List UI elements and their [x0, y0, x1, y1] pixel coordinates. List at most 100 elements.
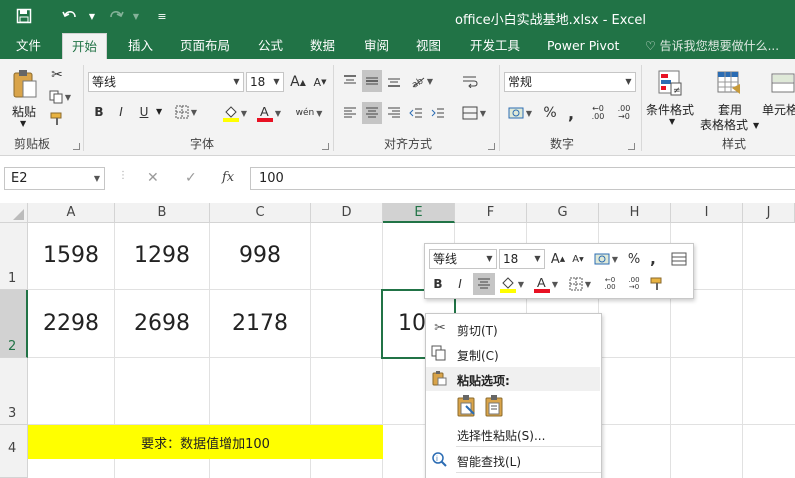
paste-icon[interactable]	[8, 65, 42, 103]
paste-formatting-icon[interactable]	[456, 394, 478, 418]
increase-decimal-icon[interactable]: ←0.00	[586, 102, 610, 124]
paste-button[interactable]: 粘贴	[12, 103, 36, 120]
align-bottom-icon[interactable]	[384, 70, 404, 92]
conditional-formatting-button[interactable]: 条件格式	[646, 101, 694, 118]
column-header-d[interactable]: D	[311, 203, 383, 223]
mini-format-cells-icon[interactable]	[669, 249, 689, 269]
format-painter-icon[interactable]	[46, 109, 68, 129]
row-header-3[interactable]: 3	[0, 358, 28, 425]
cell-styles-button[interactable]: 单元格	[762, 101, 795, 118]
mini-increase-decimal-icon[interactable]: ←0.00	[599, 274, 621, 294]
number-launcher-icon[interactable]	[628, 143, 635, 150]
font-name-combobox[interactable]: 等线 ▼	[88, 72, 244, 92]
chevron-down-icon[interactable]: ▼	[230, 73, 243, 91]
borders-icon[interactable]: ▼	[172, 102, 200, 122]
column-header-h[interactable]: H	[599, 203, 671, 223]
italic-button[interactable]: I	[112, 102, 130, 122]
mini-center-icon[interactable]	[473, 273, 495, 295]
conditional-formatting-icon[interactable]: ≠	[655, 67, 685, 99]
cell-a2[interactable]: 2298	[28, 311, 114, 336]
tab-home[interactable]: 开始	[62, 33, 108, 59]
mini-accounting-format-icon[interactable]: ▼	[591, 249, 621, 269]
cell-a1[interactable]: 1598	[28, 243, 114, 268]
cell-styles-icon[interactable]	[770, 67, 795, 99]
mini-increase-font-icon[interactable]: A ▲	[549, 249, 567, 269]
chevron-down-icon[interactable]: ▼	[270, 73, 283, 91]
column-header-i[interactable]: I	[671, 203, 743, 223]
tab-data[interactable]: 数据	[310, 33, 335, 59]
mini-format-painter-icon[interactable]	[647, 274, 667, 294]
column-header-e[interactable]: E	[383, 203, 455, 223]
mini-font-color-icon[interactable]: A ▼	[531, 273, 561, 295]
align-top-icon[interactable]	[340, 70, 360, 92]
column-header-a[interactable]: A	[28, 203, 115, 223]
column-header-j[interactable]: J	[743, 203, 795, 223]
font-launcher-icon[interactable]	[322, 143, 329, 150]
enter-icon[interactable]: ✓	[185, 170, 197, 186]
increase-font-icon[interactable]: A ▲	[288, 72, 308, 92]
tab-insert[interactable]: 插入	[128, 33, 153, 59]
bold-button[interactable]: B	[90, 102, 108, 122]
chevron-down-icon[interactable]: ▼	[531, 250, 544, 268]
mini-font-size-combobox[interactable]: 18 ▼	[499, 249, 545, 269]
increase-indent-icon[interactable]	[428, 102, 448, 124]
mini-italic-button[interactable]: I	[451, 274, 469, 294]
mini-percent-button[interactable]: %	[625, 249, 643, 269]
font-color-icon[interactable]: A ▼	[254, 102, 284, 124]
mini-borders-icon[interactable]: ▼	[565, 273, 595, 295]
decrease-indent-icon[interactable]	[406, 102, 426, 124]
customize-qat-icon[interactable]: ≡	[150, 5, 174, 27]
clipboard-launcher-icon[interactable]	[73, 143, 80, 150]
menu-item-cut[interactable]: ✂ 剪切(T)	[426, 317, 601, 341]
cell-e2[interactable]: 10	[398, 311, 428, 336]
row-header-2[interactable]: 2	[0, 290, 28, 358]
conditional-dropdown-icon[interactable]: ▼	[669, 117, 675, 126]
format-as-table-icon[interactable]	[714, 67, 744, 99]
tab-power-pivot[interactable]: Power Pivot	[547, 33, 619, 59]
cell-c1[interactable]: 998	[210, 243, 310, 268]
chevron-down-icon[interactable]: ▼	[622, 73, 635, 91]
cell-b2[interactable]: 2698	[115, 311, 209, 336]
mini-font-name-combobox[interactable]: 等线 ▼	[429, 249, 497, 269]
column-header-g[interactable]: G	[527, 203, 599, 223]
save-icon[interactable]	[12, 5, 36, 27]
decrease-font-icon[interactable]: A ▼	[310, 72, 330, 92]
select-all-corner[interactable]	[0, 203, 28, 223]
merge-center-icon[interactable]: ▼	[458, 102, 490, 124]
chevron-down-icon[interactable]: ▼	[483, 250, 496, 268]
tab-view[interactable]: 视图	[416, 33, 441, 59]
percent-style-button[interactable]: %	[540, 102, 560, 124]
cut-icon[interactable]: ✂	[46, 65, 68, 85]
wrap-text-icon[interactable]	[458, 70, 482, 92]
menu-item-copy[interactable]: 复制(C)	[426, 342, 601, 366]
copy-icon[interactable]: ▼	[46, 87, 74, 107]
comma-style-button[interactable]: ,	[564, 102, 578, 124]
cell-b1[interactable]: 1298	[115, 243, 209, 268]
font-size-combobox[interactable]: 18 ▼	[246, 72, 284, 92]
mini-bold-button[interactable]: B	[429, 274, 447, 294]
format-as-table-label-2[interactable]: 表格格式	[700, 116, 748, 133]
underline-button[interactable]: U	[134, 102, 154, 122]
row-header-1[interactable]: 1	[0, 223, 28, 290]
mini-fill-color-icon[interactable]: ▼	[497, 273, 527, 295]
tab-file[interactable]: 文件	[16, 33, 41, 59]
alignment-launcher-icon[interactable]	[488, 143, 495, 150]
underline-dropdown-icon[interactable]: ▼	[156, 107, 162, 116]
fill-color-icon[interactable]: ▼	[220, 102, 250, 124]
formula-input[interactable]: 100	[250, 167, 795, 190]
column-header-f[interactable]: F	[455, 203, 527, 223]
menu-item-paste-special[interactable]: 选择性粘贴(S)...	[426, 422, 601, 446]
tab-developer[interactable]: 开发工具	[470, 33, 520, 59]
name-box[interactable]: E2 ▼	[4, 167, 105, 190]
undo-dropdown-icon[interactable]: ▼	[80, 5, 104, 27]
align-left-icon[interactable]	[340, 102, 360, 124]
decrease-decimal-icon[interactable]: .00 →0	[612, 102, 636, 124]
paste-icon[interactable]	[484, 394, 506, 418]
align-middle-icon[interactable]	[362, 70, 382, 92]
accounting-format-icon[interactable]: ▼	[504, 102, 536, 124]
align-right-icon[interactable]	[384, 102, 404, 124]
tell-me-box[interactable]: ♡ 告诉我您想要做什么...	[645, 33, 779, 59]
mini-decrease-decimal-icon[interactable]: .00 →0	[623, 274, 645, 294]
align-center-icon[interactable]	[362, 102, 382, 124]
cell-c2[interactable]: 2178	[210, 311, 310, 336]
